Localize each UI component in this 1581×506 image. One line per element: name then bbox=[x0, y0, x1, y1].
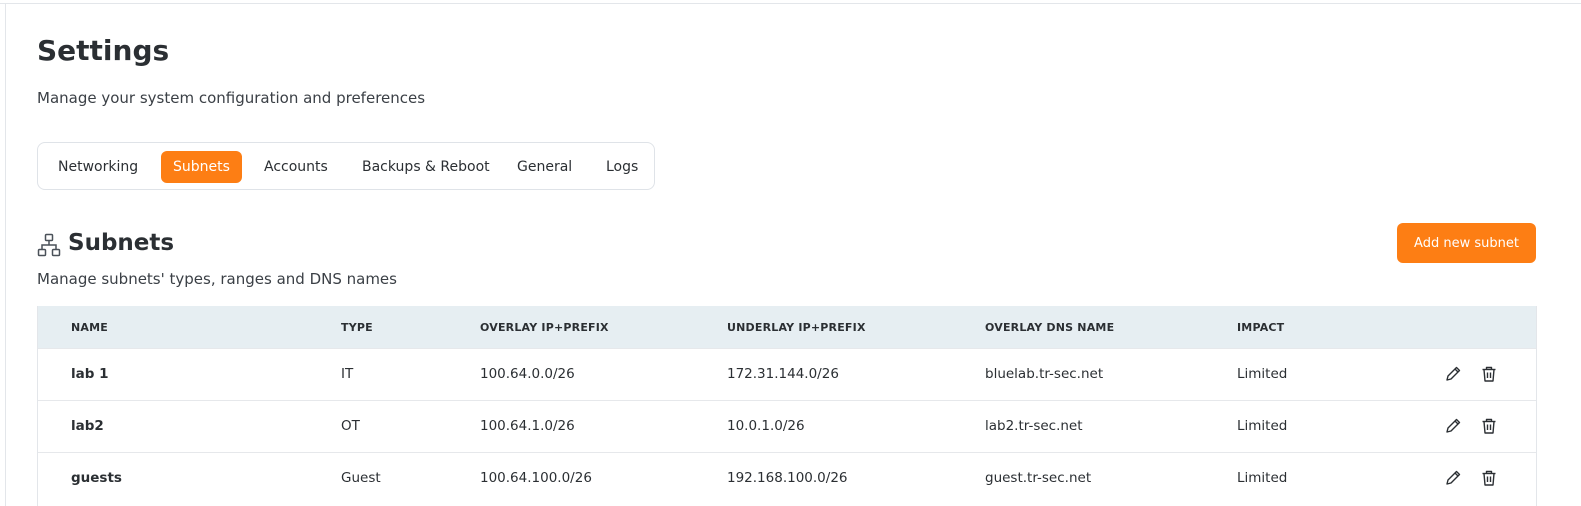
subnets-table: NAME TYPE OVERLAY IP+PREFIX UNDERLAY IP+… bbox=[37, 306, 1537, 506]
table-row: lab2 OT 100.64.1.0/26 10.0.1.0/26 lab2.t… bbox=[38, 400, 1536, 452]
cell-underlay-ip: 10.0.1.0/26 bbox=[727, 418, 805, 434]
cell-underlay-ip: 192.168.100.0/26 bbox=[727, 470, 848, 486]
cell-impact: Limited bbox=[1237, 366, 1288, 382]
tab-networking[interactable]: Networking bbox=[58, 151, 138, 183]
cell-type: Guest bbox=[341, 470, 381, 486]
column-header-name: NAME bbox=[71, 321, 108, 334]
cell-overlay-ip: 100.64.0.0/26 bbox=[480, 366, 575, 382]
pencil-icon[interactable] bbox=[1444, 365, 1462, 383]
tab-accounts[interactable]: Accounts bbox=[264, 151, 328, 183]
table-row: lab 1 IT 100.64.0.0/26 172.31.144.0/26 b… bbox=[38, 348, 1536, 400]
table-row: guests Guest 100.64.100.0/26 192.168.100… bbox=[38, 452, 1536, 504]
trash-icon[interactable] bbox=[1480, 469, 1498, 487]
trash-icon[interactable] bbox=[1480, 365, 1498, 383]
cell-overlay-ip: 100.64.100.0/26 bbox=[480, 470, 592, 486]
section-title: Subnets bbox=[68, 230, 175, 256]
cell-dns-name: lab2.tr-sec.net bbox=[985, 418, 1083, 434]
window-top-border bbox=[0, 0, 1581, 4]
table-header: NAME TYPE OVERLAY IP+PREFIX UNDERLAY IP+… bbox=[38, 306, 1536, 348]
column-header-impact: IMPACT bbox=[1237, 321, 1285, 334]
window-left-border bbox=[5, 3, 6, 506]
page-title: Settings bbox=[37, 34, 170, 67]
add-subnet-button[interactable]: Add new subnet bbox=[1397, 223, 1536, 263]
column-header-dns-name: OVERLAY DNS NAME bbox=[985, 321, 1115, 334]
cell-impact: Limited bbox=[1237, 470, 1288, 486]
cell-impact: Limited bbox=[1237, 418, 1288, 434]
cell-type: IT bbox=[341, 366, 354, 382]
column-header-overlay-ip: OVERLAY IP+PREFIX bbox=[480, 321, 609, 334]
section-subtitle: Manage subnets' types, ranges and DNS na… bbox=[37, 270, 397, 288]
cell-name: guests bbox=[71, 470, 122, 486]
cell-type: OT bbox=[341, 418, 360, 434]
column-header-underlay-ip: UNDERLAY IP+PREFIX bbox=[727, 321, 866, 334]
pencil-icon[interactable] bbox=[1444, 469, 1462, 487]
page-subtitle: Manage your system configuration and pre… bbox=[37, 89, 426, 107]
tab-backups-reboot[interactable]: Backups & Reboot bbox=[362, 151, 490, 183]
cell-overlay-ip: 100.64.1.0/26 bbox=[480, 418, 575, 434]
trash-icon[interactable] bbox=[1480, 417, 1498, 435]
cell-dns-name: bluelab.tr-sec.net bbox=[985, 366, 1104, 382]
pencil-icon[interactable] bbox=[1444, 417, 1462, 435]
cell-name: lab2 bbox=[71, 418, 104, 434]
tab-general[interactable]: General bbox=[517, 151, 572, 183]
cell-underlay-ip: 172.31.144.0/26 bbox=[727, 366, 839, 382]
cell-dns-name: guest.tr-sec.net bbox=[985, 470, 1092, 486]
network-hierarchy-icon bbox=[37, 233, 61, 257]
tab-subnets[interactable]: Subnets bbox=[161, 151, 242, 183]
column-header-type: TYPE bbox=[341, 321, 373, 334]
tab-logs[interactable]: Logs bbox=[606, 151, 638, 183]
settings-tabs: Networking Subnets Accounts Backups & Re… bbox=[37, 142, 655, 190]
cell-name: lab 1 bbox=[71, 366, 109, 382]
